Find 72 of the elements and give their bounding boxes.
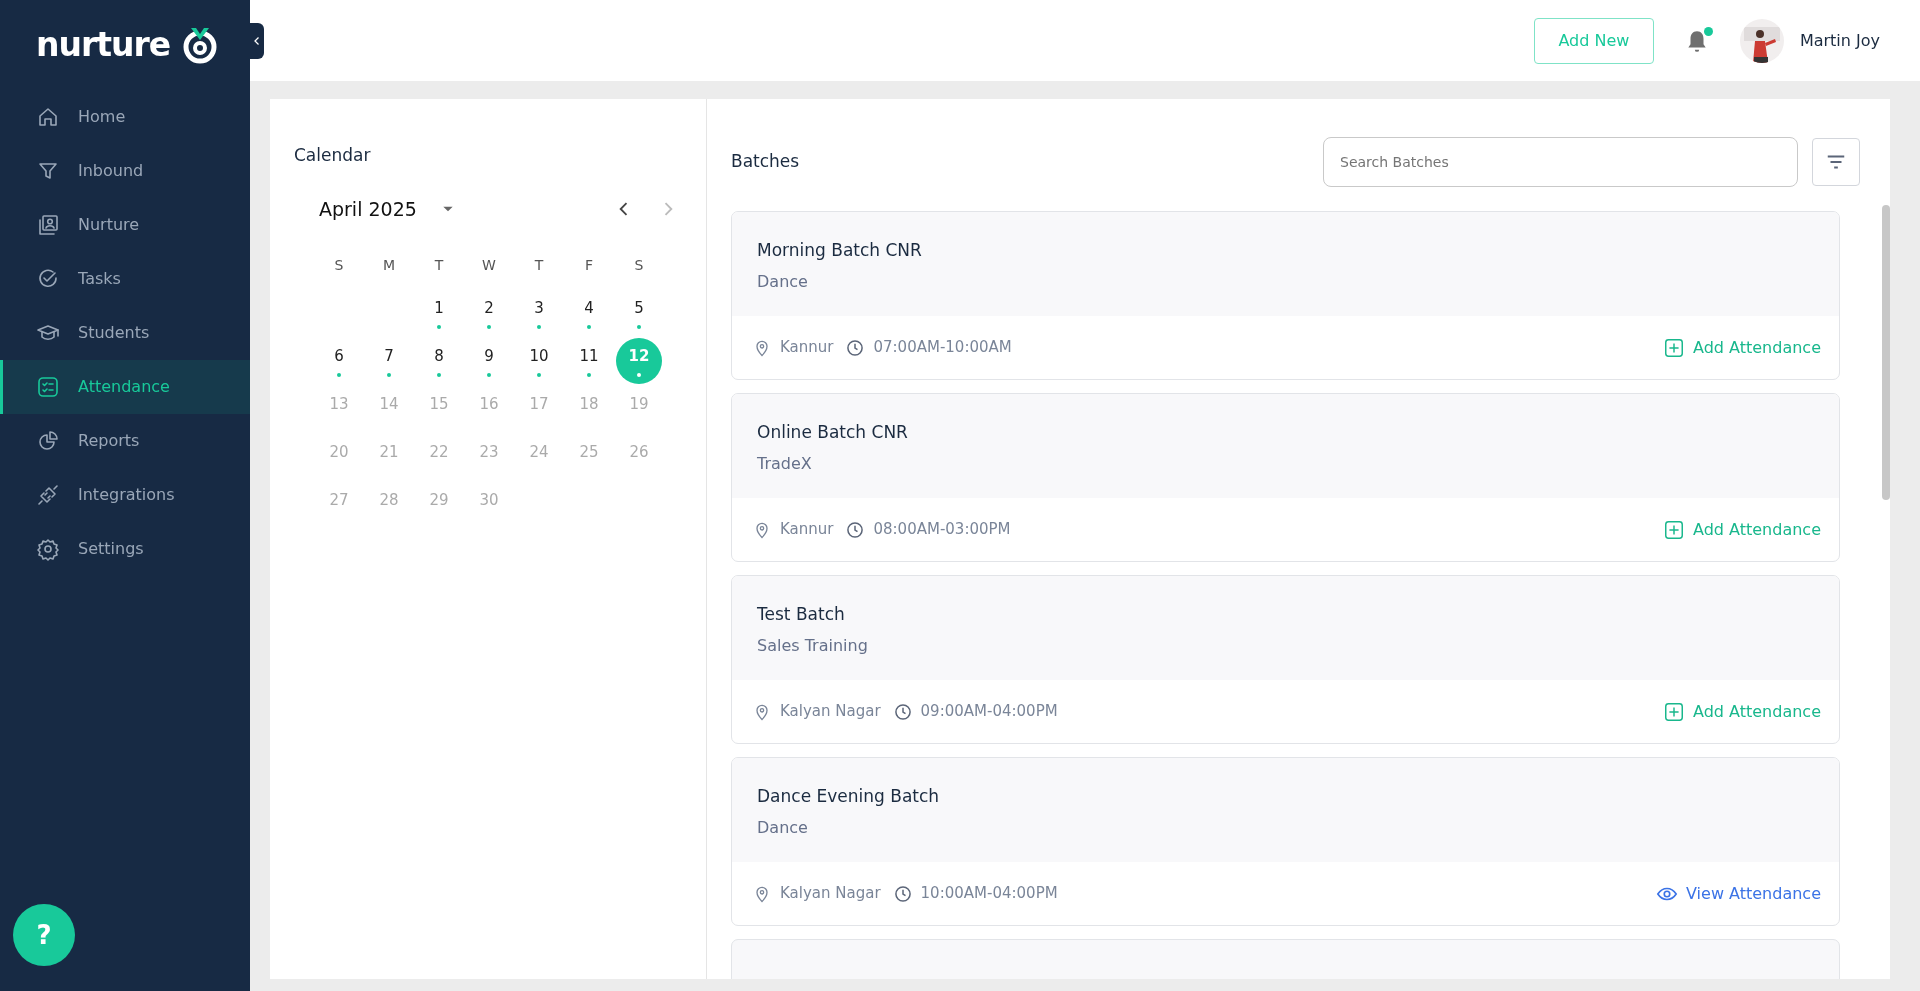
weekday-label: F [583, 256, 595, 275]
sidebar-item[interactable]: Home [0, 90, 250, 144]
time-text: 10:00AM-04:00PM [920, 883, 1058, 905]
location-text: Kannur [780, 337, 834, 359]
clock-icon [892, 701, 913, 722]
add-attendance-link[interactable]: Add Attendance [1663, 335, 1821, 360]
plus-square-icon [1663, 336, 1685, 359]
pie-chart-icon [36, 429, 60, 453]
time-text: 08:00AM-03:00PM [873, 519, 1011, 541]
add-new-button[interactable]: Add New [1533, 17, 1654, 64]
contact-card-icon [36, 213, 60, 237]
view-attendance-link[interactable]: View Attendance [1656, 881, 1821, 906]
plus-square-icon [1663, 700, 1685, 723]
calendar-day[interactable]: 5 [616, 290, 662, 336]
user-name[interactable]: Martin Joy [1799, 28, 1880, 53]
calendar-day[interactable]: 10 [516, 338, 562, 384]
calendar-day[interactable]: 1 [416, 290, 462, 336]
calendar-day[interactable]: 7 [366, 338, 412, 384]
weekday-label: S [333, 256, 345, 275]
settings-icon [36, 537, 60, 561]
section-title: Batches [731, 150, 801, 174]
add-attendance-link[interactable]: Add Attendance [1663, 699, 1821, 724]
filter-button[interactable] [1812, 138, 1860, 186]
weekday-label: W [481, 256, 497, 275]
location-text: Kannur [780, 519, 834, 541]
section-title: Calendar [294, 144, 372, 167]
calendar-day[interactable]: 2 [466, 290, 512, 336]
sidebar-item[interactable]: Nurture [0, 198, 250, 252]
brand-name: nurture [36, 24, 171, 67]
add-attendance-link[interactable]: Add Attendance [1663, 517, 1821, 542]
clock-icon [892, 883, 913, 904]
time-text: 07:00AM-10:00AM [873, 337, 1012, 359]
calendar-day[interactable]: 8 [416, 338, 462, 384]
sidebar-item[interactable]: Attendance [0, 360, 250, 414]
sidebar-item[interactable]: Reports [0, 414, 250, 468]
calendar-day[interactable]: 6 [316, 338, 362, 384]
plus-square-icon [1663, 518, 1685, 541]
time-text: 09:00AM-04:00PM [920, 701, 1058, 723]
help-button[interactable]: ? [13, 904, 75, 966]
sidebar-item[interactable]: Students [0, 306, 250, 360]
checklist-icon [36, 375, 60, 399]
plug-icon [36, 483, 60, 507]
batch-name: Dance Evening Batch [757, 785, 941, 808]
weekday-label: T [533, 256, 545, 275]
course-name: Dance [757, 270, 809, 293]
scrollbar[interactable] [1882, 205, 1890, 500]
collapse-button[interactable] [250, 23, 264, 59]
course-name: Dance [757, 816, 809, 839]
sidebar-item[interactable]: Settings [0, 522, 250, 576]
clock-icon [845, 337, 866, 358]
calendar-day[interactable]: 12 [616, 338, 662, 384]
location-text: Kalyan Nagar [780, 701, 881, 723]
calendar-day[interactable]: 3 [516, 290, 562, 336]
sidebar-item[interactable]: Inbound [0, 144, 250, 198]
course-name: TradeX [757, 452, 813, 475]
course-name: Sales Training [757, 634, 869, 657]
sidebar-item[interactable]: Tasks [0, 252, 250, 306]
search-field[interactable]: Search Batches [1323, 137, 1798, 187]
weekday-label: M [381, 256, 397, 275]
clock-icon [845, 519, 866, 540]
weekday-label: T [433, 256, 445, 275]
calendar-day[interactable]: 9 [466, 338, 512, 384]
calendar-day[interactable]: 4 [566, 290, 612, 336]
batch-name: Online Batch CNR [757, 421, 909, 444]
month-selector[interactable]: April 2025 [319, 194, 455, 223]
location-text: Kalyan Nagar [780, 883, 881, 905]
weekday-label: S [633, 256, 645, 275]
batch-name: Test Batch [757, 603, 846, 626]
sidebar-item[interactable]: Integrations [0, 468, 250, 522]
calendar-day[interactable]: 11 [566, 338, 612, 384]
home-icon [36, 105, 60, 129]
batch-name: Morning Batch CNR [757, 239, 923, 262]
